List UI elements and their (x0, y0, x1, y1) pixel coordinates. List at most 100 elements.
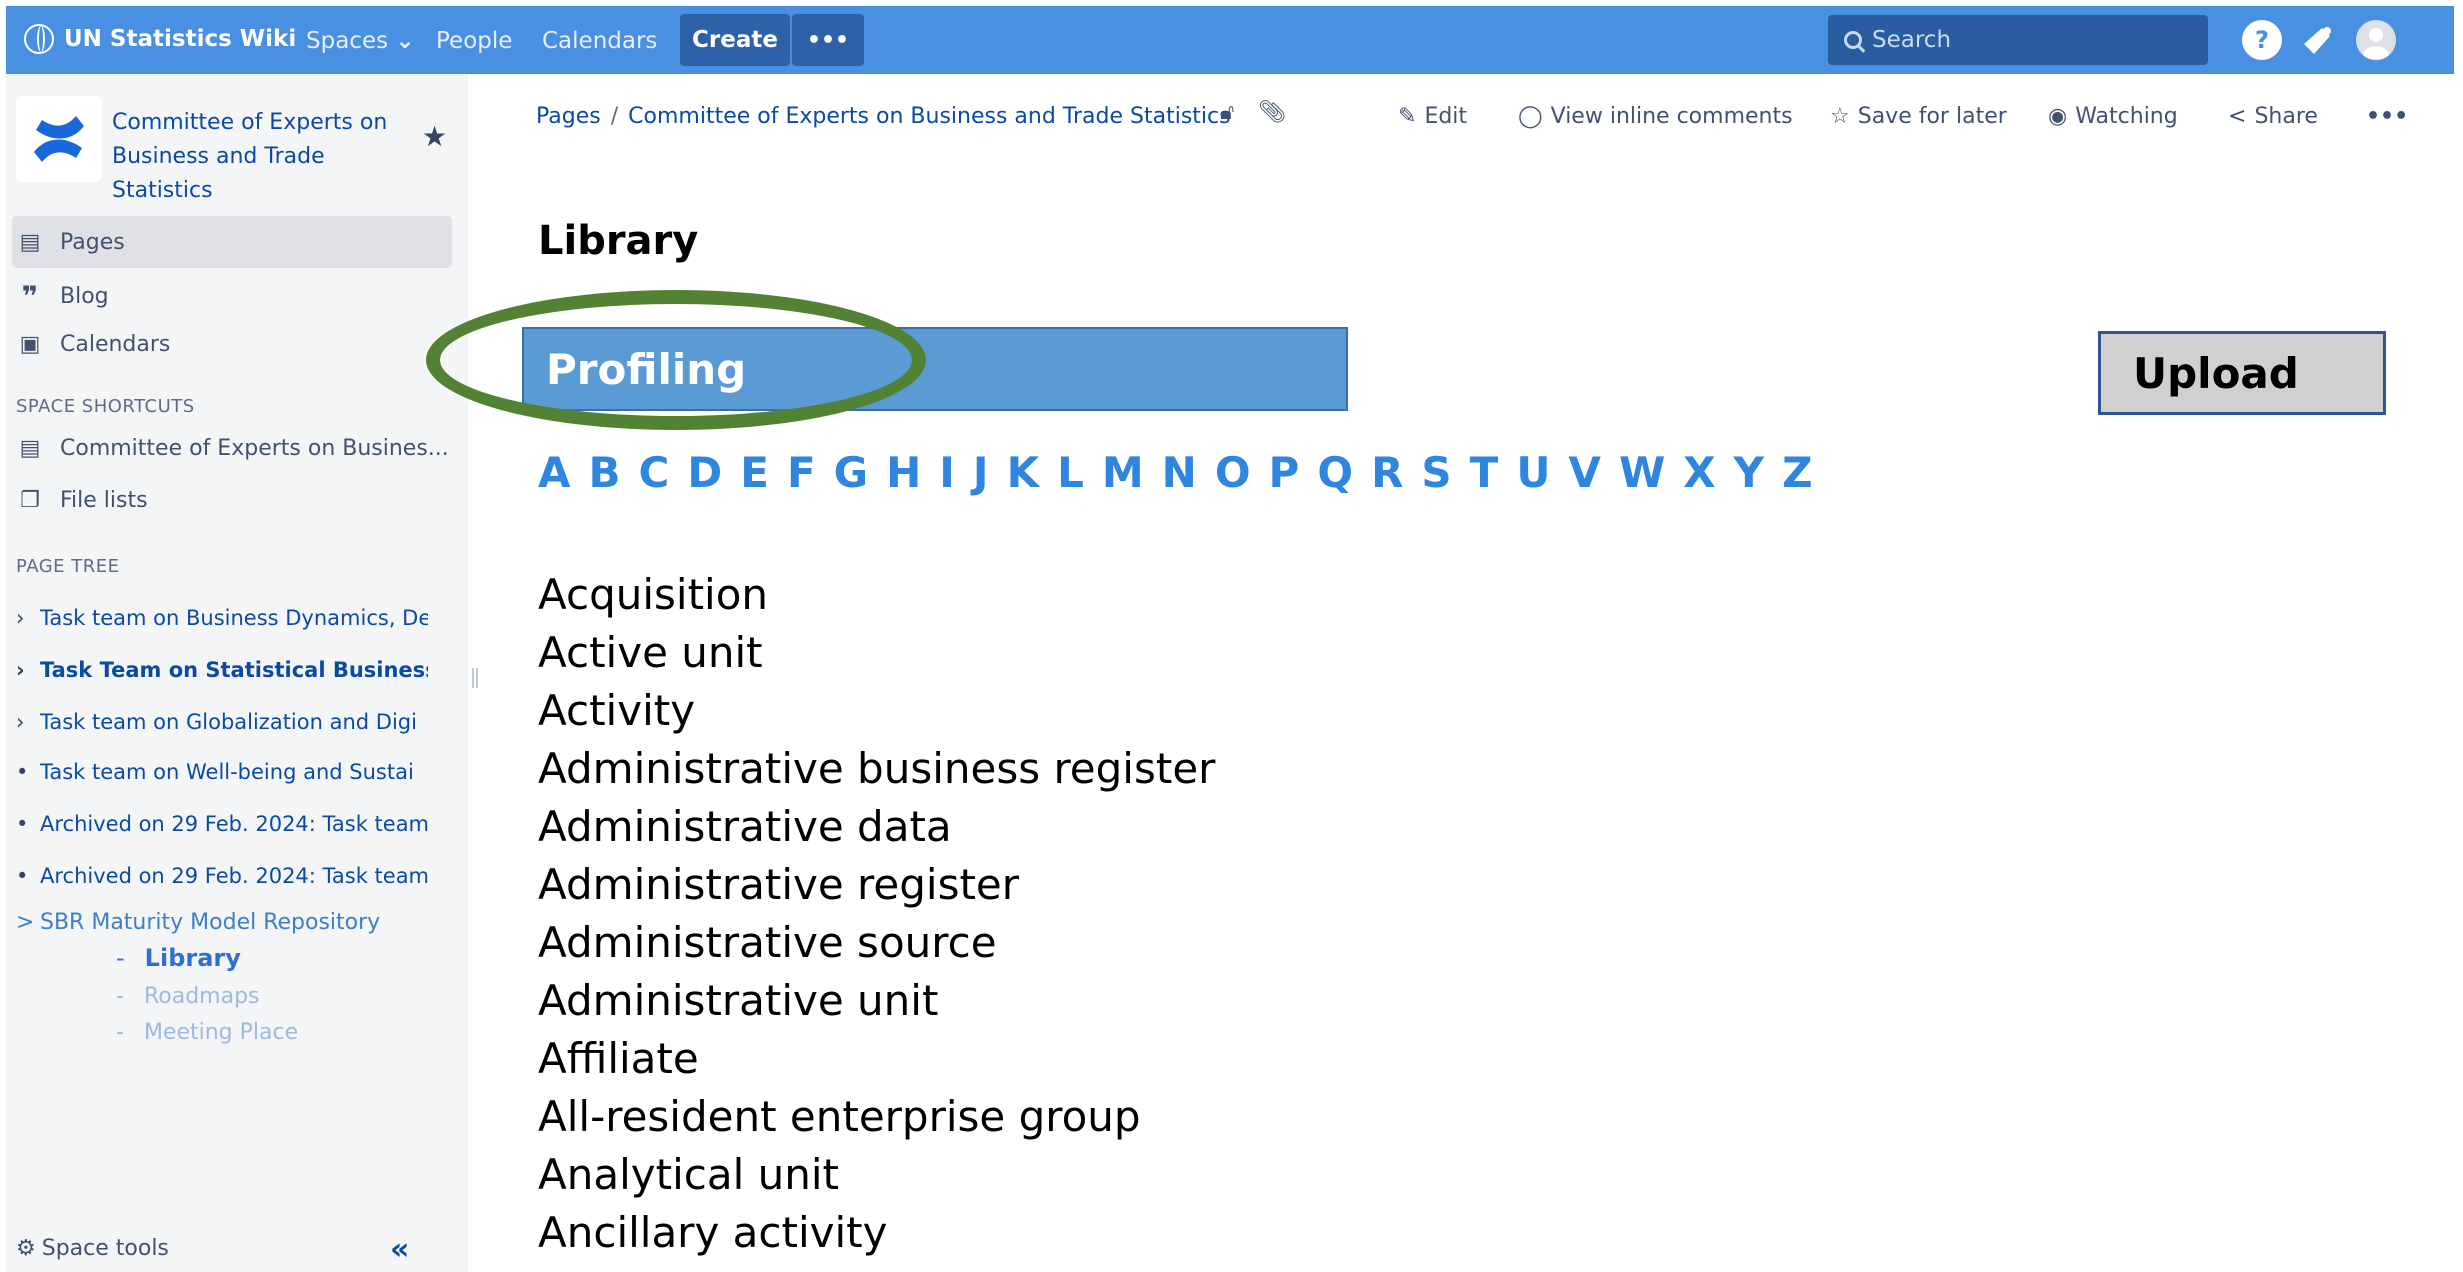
letter-link-j[interactable]: J (973, 448, 989, 497)
share-button[interactable]: < Share (2228, 104, 2318, 129)
tree-item[interactable]: • Archived on 29 Feb. 2024: Task team (16, 864, 428, 888)
letter-link-u[interactable]: U (1516, 448, 1550, 497)
search-input[interactable] (1870, 26, 2194, 54)
letter-link-p[interactable]: P (1269, 448, 1300, 497)
sidebar-resize-handle[interactable] (472, 668, 478, 688)
letter-link-c[interactable]: C (639, 448, 670, 497)
chevron-right-icon[interactable]: › (16, 710, 26, 734)
glossary-term[interactable]: Affiliate (538, 1030, 1215, 1088)
letter-link-h[interactable]: H (886, 448, 921, 497)
create-button[interactable]: Create (680, 14, 790, 66)
tree-subitem-meeting-place[interactable]: - Meeting Place (116, 1020, 298, 1045)
shortcut-file-lists[interactable]: ❐ File lists (16, 488, 147, 513)
letter-link-b[interactable]: B (589, 448, 621, 497)
view-inline-comments-button[interactable]: ◯ View inline comments (1518, 104, 1793, 129)
letter-link-w[interactable]: W (1619, 448, 1665, 497)
glossary-term[interactable]: Acquisition (538, 566, 1215, 624)
breadcrumb-space[interactable]: Committee of Experts on Business and Tra… (628, 104, 1230, 129)
letter-link-r[interactable]: R (1371, 448, 1403, 497)
tree-item-label: Task team on Globalization and Digi (40, 710, 417, 734)
letter-link-v[interactable]: V (1568, 448, 1601, 497)
letter-link-i[interactable]: I (939, 448, 955, 497)
tree-item-label: Task team on Business Dynamics, De (40, 606, 428, 630)
letter-link-s[interactable]: S (1421, 448, 1451, 497)
avatar-icon (2363, 28, 2389, 60)
tree-item[interactable]: › Task team on Business Dynamics, De (16, 606, 428, 630)
letter-link-l[interactable]: L (1057, 448, 1084, 497)
app-logo[interactable]: UN Statistics Wiki (24, 24, 296, 54)
alphabet-index: ABCDEFGHIJKLMNOPQRSTUVWXYZ (538, 448, 1831, 497)
letter-link-e[interactable]: E (740, 448, 769, 497)
highlight-ellipse (426, 290, 926, 430)
edit-button[interactable]: ✎ Edit (1398, 104, 1467, 129)
unlock-icon[interactable]: 🔓︎ (1220, 100, 1234, 125)
sidebar: Committee of Experts on Business and Tra… (6, 74, 468, 1272)
letter-link-t[interactable]: T (1470, 448, 1499, 497)
tree-item[interactable]: › Task Team on Statistical Business I (16, 658, 428, 682)
page-icon: ▤ (19, 436, 41, 461)
letter-link-a[interactable]: A (538, 448, 571, 497)
letter-link-g[interactable]: G (834, 448, 868, 497)
letter-link-z[interactable]: Z (1782, 448, 1812, 497)
tree-item-repository[interactable]: > SBR Maturity Model Repository (16, 910, 428, 935)
bullet-icon: • (16, 812, 29, 836)
sidebar-item-calendars[interactable]: ▣ Calendars (16, 332, 171, 357)
tree-item[interactable]: › Task team on Globalization and Digi (16, 710, 428, 734)
sidebar-item-blog[interactable]: ❞ Blog (16, 280, 109, 313)
tree-item[interactable]: • Archived on 29 Feb. 2024: Task team (16, 812, 428, 836)
letter-link-y[interactable]: Y (1734, 448, 1764, 497)
letter-link-q[interactable]: Q (1317, 448, 1353, 497)
letter-link-d[interactable]: D (687, 448, 722, 497)
glossary-term[interactable]: Administrative unit (538, 972, 1215, 1030)
attachment-icon[interactable]: 📎︎ (1258, 100, 1286, 125)
tree-subitem-library[interactable]: - Library (116, 944, 241, 972)
collapse-sidebar-icon[interactable]: « (390, 1232, 409, 1267)
glossary-term[interactable]: Analytical unit (538, 1146, 1215, 1204)
notifications-icon[interactable] (2298, 20, 2338, 60)
chevron-right-icon[interactable]: > (16, 910, 34, 935)
nav-calendars[interactable]: Calendars (542, 28, 657, 54)
bullet-icon: • (16, 760, 29, 784)
glossary-term[interactable]: Administrative source (538, 914, 1215, 972)
app-name: UN Statistics Wiki (64, 26, 297, 52)
upload-button[interactable]: Upload (2098, 331, 2386, 415)
comments-label: View inline comments (1550, 104, 1793, 129)
star-icon[interactable]: ★ (422, 120, 447, 153)
letter-link-m[interactable]: M (1102, 448, 1144, 497)
letter-link-o[interactable]: O (1215, 448, 1251, 497)
help-icon[interactable]: ? (2242, 20, 2282, 60)
breadcrumb-pages[interactable]: Pages (536, 104, 601, 129)
nav-spaces[interactable]: Spaces ⌄ (306, 28, 415, 54)
glossary-term[interactable]: Administrative data (538, 798, 1215, 856)
dash-glyph: - (116, 984, 124, 1009)
save-for-later-button[interactable]: ☆ Save for later (1830, 104, 2007, 129)
tree-subitem-roadmaps[interactable]: - Roadmaps (116, 984, 260, 1009)
space-title[interactable]: Committee of Experts on Business and Tra… (112, 106, 422, 208)
bullet-icon: • (16, 864, 29, 888)
tree-item[interactable]: • Task team on Well-being and Sustai (16, 760, 428, 784)
search-box[interactable] (1828, 15, 2208, 65)
letter-link-f[interactable]: F (787, 448, 816, 497)
glossary-term[interactable]: Ancillary activity (538, 1204, 1215, 1262)
chevron-right-icon[interactable]: › (16, 606, 26, 630)
chevron-right-icon[interactable]: › (16, 658, 26, 682)
glossary-term[interactable]: Active unit (538, 624, 1215, 682)
create-more-button[interactable]: ••• (792, 14, 864, 66)
letter-link-x[interactable]: X (1683, 448, 1715, 497)
glossary-term[interactable]: All-resident enterprise group (538, 1088, 1215, 1146)
shortcut-committee[interactable]: ▤ Committee of Experts on Busines... (16, 436, 449, 461)
sidebar-item-pages[interactable]: ▤ Pages (12, 216, 452, 268)
letter-link-n[interactable]: N (1162, 448, 1197, 497)
more-actions-button[interactable]: ••• (2366, 104, 2408, 129)
space-logo[interactable] (16, 96, 102, 182)
nav-people[interactable]: People (436, 28, 512, 54)
user-avatar[interactable] (2356, 20, 2396, 60)
glossary-term[interactable]: Administrative business register (538, 740, 1215, 798)
sidebar-item-label: Blog (60, 284, 109, 309)
help-glyph: ? (2255, 26, 2269, 54)
letter-link-k[interactable]: K (1007, 448, 1040, 497)
glossary-term[interactable]: Administrative register (538, 856, 1215, 914)
glossary-term[interactable]: Activity (538, 682, 1215, 740)
watching-button[interactable]: ◉ Watching (2048, 104, 2178, 129)
space-tools-button[interactable]: ⚙ Space tools (16, 1236, 169, 1261)
